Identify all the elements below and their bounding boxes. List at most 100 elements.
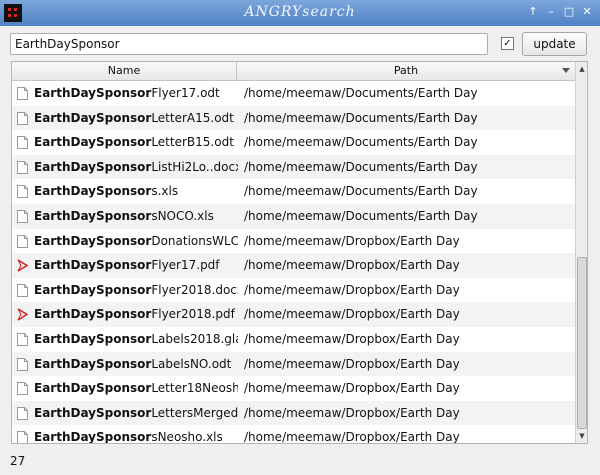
table-row[interactable]: EarthDaySponsorFlyer17.odt/home/meemaw/D…	[12, 81, 575, 106]
file-name-match: EarthDaySponsor	[34, 405, 152, 420]
file-path: /home/meemaw/Dropbox/Earth Day	[244, 258, 460, 273]
table-row[interactable]: EarthDaySponsors.xls/home/meemaw/Documen…	[12, 179, 575, 204]
file-name-rest: LetterB15.odt	[151, 135, 234, 150]
file-name: EarthDaySponsorsNOCO.xls	[34, 204, 238, 228]
file-name: EarthDaySponsorFlyer17.pdf	[34, 253, 238, 277]
file-path: /home/meemaw/Documents/Earth Day	[244, 184, 478, 199]
scrollbar-thumb[interactable]	[577, 257, 587, 429]
file-name-match: EarthDaySponsor	[34, 430, 152, 443]
file-name-rest: Flyer17.pdf	[151, 258, 220, 273]
file-name: EarthDaySponsorDonationsWLCO20	[34, 229, 238, 253]
file-name-match: EarthDaySponsor	[34, 135, 152, 150]
file-name: EarthDaySponsorFlyer2018.pdf	[34, 302, 238, 326]
document-icon	[17, 382, 28, 396]
file-name-rest: LetterA15.odt	[151, 110, 234, 125]
file-name-match: EarthDaySponsor	[34, 258, 152, 273]
column-header-path-label: Path	[393, 64, 419, 77]
file-name: EarthDaySponsorLetterB15.odt	[34, 130, 238, 154]
file-name-match: EarthDaySponsor	[34, 86, 152, 100]
file-name-rest: ListHi2Lo..docx	[151, 159, 238, 174]
file-name: EarthDaySponsorListHi2Lo..docx	[34, 155, 238, 179]
results-count: 27	[10, 454, 26, 468]
file-name-rest: Labels2018.glabels	[151, 332, 238, 346]
document-icon	[17, 111, 28, 125]
file-name: EarthDaySponsorFlyer17.odt	[34, 81, 238, 105]
results-table: Name Path EarthDaySponsorFlyer17.odt/hom…	[11, 61, 588, 444]
table-body: EarthDaySponsorFlyer17.odt/home/meemaw/D…	[12, 81, 575, 443]
file-path: /home/meemaw/Dropbox/Earth Day	[244, 405, 460, 420]
document-icon	[17, 234, 28, 248]
file-path: /home/meemaw/Documents/Earth Day	[244, 86, 478, 100]
file-name-rest: Flyer2018.docx	[151, 282, 238, 297]
document-icon	[17, 210, 28, 223]
file-path: /home/meemaw/Dropbox/Earth Day	[244, 282, 460, 297]
title-bar: ANGRYsearch ↑ – □ ✕	[0, 0, 600, 26]
file-name: EarthDaySponsorFlyer2018.docx	[34, 278, 238, 302]
file-name-match: EarthDaySponsor	[34, 282, 152, 297]
column-header-path[interactable]: Path	[237, 62, 575, 80]
window-title: ANGRYsearch	[244, 4, 356, 20]
table-row[interactable]: EarthDaySponsorListHi2Lo..docx/home/meem…	[12, 154, 575, 180]
file-path: /home/meemaw/Dropbox/Earth Day	[244, 356, 460, 371]
file-path: /home/meemaw/Dropbox/Earth Day	[244, 233, 460, 248]
file-name-match: EarthDaySponsor	[34, 184, 152, 199]
document-icon	[17, 283, 28, 297]
table-row[interactable]: EarthDaySponsorLetterA15.odt/home/meemaw…	[12, 105, 575, 131]
table-row[interactable]: EarthDaySponsorFlyer17.pdf/home/meemaw/D…	[12, 253, 575, 278]
document-icon	[17, 357, 28, 371]
file-name-rest: DonationsWLCO20	[151, 233, 238, 248]
file-name: EarthDaySponsorLabelsNO.odt	[34, 352, 238, 376]
file-name-rest: Flyer2018.pdf	[151, 307, 235, 322]
file-name-match: EarthDaySponsor	[34, 332, 152, 346]
file-name-match: EarthDaySponsor	[34, 209, 152, 223]
file-name-rest: Letter18Neosho.do	[151, 381, 238, 396]
table-row[interactable]: EarthDaySponsorsNOCO.xls/home/meemaw/Doc…	[12, 204, 575, 229]
table-header: Name Path	[12, 62, 575, 81]
table-row[interactable]: EarthDaySponsorDonationsWLCO20/home/meem…	[12, 229, 575, 254]
file-name-match: EarthDaySponsor	[34, 159, 152, 174]
file-name-rest: LabelsNO.odt	[151, 356, 232, 371]
table-row[interactable]: EarthDaySponsorLabels2018.glabels/home/m…	[12, 327, 575, 352]
scroll-up-arrow-icon[interactable]: ▲	[576, 62, 587, 76]
table-row[interactable]: EarthDaySponsorLettersMerged.odt/home/me…	[12, 400, 575, 426]
file-path: /home/meemaw/Documents/Earth Day	[244, 209, 478, 223]
file-name-rest: s.xls	[151, 184, 179, 199]
table-row[interactable]: EarthDaySponsorFlyer2018.docx/home/meema…	[12, 278, 575, 303]
file-path: /home/meemaw/Dropbox/Earth Day	[244, 332, 460, 346]
file-path: /home/meemaw/Dropbox/Earth Day	[244, 307, 460, 322]
file-path: /home/meemaw/Documents/Earth Day	[244, 135, 478, 150]
update-button[interactable]: update	[522, 32, 587, 56]
file-name-rest: LettersMerged.odt	[151, 405, 238, 420]
file-path: /home/meemaw/Dropbox/Earth Day	[244, 381, 460, 396]
file-name-match: EarthDaySponsor	[34, 381, 152, 396]
document-icon	[17, 431, 28, 443]
close-button[interactable]: ✕	[580, 5, 594, 19]
file-path: /home/meemaw/Documents/Earth Day	[244, 159, 478, 174]
file-name-match: EarthDaySponsor	[34, 356, 152, 371]
vertical-scrollbar[interactable]: ▲ ▼	[575, 62, 587, 443]
table-row[interactable]: EarthDaySponsorLetterB15.odt/home/meemaw…	[12, 130, 575, 155]
file-name: EarthDaySponsorLetter18Neosho.do	[34, 376, 238, 400]
file-name-rest: sNOCO.xls	[151, 209, 214, 223]
column-header-name[interactable]: Name	[12, 62, 237, 80]
search-input[interactable]: EarthDaySponsor	[10, 33, 488, 55]
file-name-rest: Flyer17.odt	[151, 86, 220, 100]
file-name: EarthDaySponsorLabels2018.glabels	[34, 327, 238, 351]
table-row[interactable]: EarthDaySponsorFlyer2018.pdf/home/meemaw…	[12, 302, 575, 327]
file-name-rest: sNeosho.xls	[151, 430, 223, 443]
file-name: EarthDaySponsorsNeosho.xls	[34, 425, 238, 443]
maximize-button[interactable]: □	[562, 5, 576, 19]
table-row[interactable]: EarthDaySponsorsNeosho.xls/home/meemaw/D…	[12, 425, 575, 443]
table-row[interactable]: EarthDaySponsorLetter18Neosho.do/home/me…	[12, 376, 575, 401]
file-name-match: EarthDaySponsor	[34, 233, 152, 248]
file-name-match: EarthDaySponsor	[34, 110, 152, 125]
keep-above-button[interactable]: ↑	[526, 5, 540, 19]
file-name-match: EarthDaySponsor	[34, 307, 152, 322]
scroll-down-arrow-icon[interactable]: ▼	[576, 429, 587, 443]
document-icon	[17, 406, 28, 420]
fast-search-checkbox[interactable]: ✓	[501, 37, 514, 50]
table-row[interactable]: EarthDaySponsorLabelsNO.odt/home/meemaw/…	[12, 351, 575, 377]
document-icon	[17, 136, 28, 150]
minimize-button[interactable]: –	[544, 5, 558, 19]
document-icon	[17, 160, 28, 174]
